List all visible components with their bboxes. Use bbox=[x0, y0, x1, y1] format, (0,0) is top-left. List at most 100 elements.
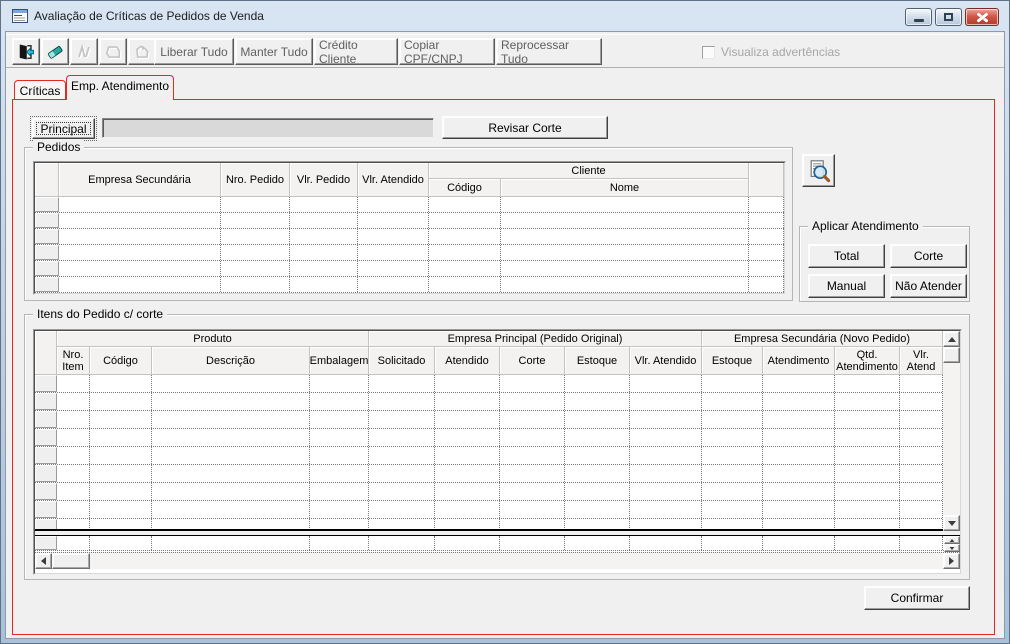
itens-horizontal-scrollbar[interactable] bbox=[35, 552, 960, 569]
col-atendimento[interactable]: Atendimento bbox=[763, 347, 835, 375]
vertical-scroll-track[interactable] bbox=[943, 363, 960, 515]
colgroup-empresa-secundaria-label: Empresa Secundária (Novo Pedido) bbox=[733, 332, 911, 345]
grid-cell bbox=[290, 261, 358, 276]
grid-cell bbox=[835, 483, 900, 500]
reprocessar-tudo-button[interactable]: Reprocessar Tudo bbox=[496, 38, 602, 66]
col-descricao[interactable]: Descrição bbox=[152, 347, 310, 375]
table-row[interactable] bbox=[35, 213, 784, 229]
col-nro-item[interactable]: Nro. Item bbox=[57, 347, 90, 375]
visualiza-advertencias-label: Visualiza advertências bbox=[721, 45, 841, 59]
copiar-cpf-cnpj-button[interactable]: Copiar CPF/CNPJ bbox=[399, 38, 495, 66]
table-row[interactable] bbox=[35, 447, 960, 465]
manter-tudo-button[interactable]: Manter Tudo bbox=[235, 38, 313, 65]
minimize-button[interactable] bbox=[905, 8, 932, 26]
grid-cell bbox=[310, 429, 369, 446]
itens-table-body[interactable] bbox=[35, 375, 960, 529]
horizontal-scroll-track[interactable] bbox=[90, 553, 943, 569]
col-vlr-pedido-label: Vlr. Pedido bbox=[296, 173, 351, 186]
table-row[interactable] bbox=[35, 277, 784, 293]
liberar-tudo-button[interactable]: Liberar Tudo bbox=[154, 38, 234, 65]
spinner-up-button[interactable] bbox=[944, 536, 960, 544]
col-item-codigo[interactable]: Código bbox=[90, 347, 152, 375]
col-cliente[interactable]: Cliente bbox=[429, 163, 749, 179]
grid-cell bbox=[90, 375, 152, 392]
col-estoque-secundaria[interactable]: Estoque bbox=[702, 347, 763, 375]
itens-vertical-scrollbar[interactable] bbox=[943, 331, 960, 531]
table-row[interactable] bbox=[35, 411, 960, 429]
table-row[interactable] bbox=[35, 261, 784, 277]
grid-cell bbox=[630, 519, 702, 529]
table-row[interactable] bbox=[35, 245, 784, 261]
col-vlr-atendido-principal[interactable]: Vlr. Atendido bbox=[630, 347, 702, 375]
grid-cell bbox=[310, 393, 369, 410]
col-vlr-atend-secundaria[interactable]: Vlr. Atend bbox=[900, 347, 943, 375]
grid-cell bbox=[221, 229, 290, 244]
col-qtd-atendimento[interactable]: Qtd. Atendimento bbox=[835, 347, 900, 375]
table-row[interactable] bbox=[35, 429, 960, 447]
col-empresa-secundaria[interactable]: Empresa Secundária bbox=[59, 163, 221, 197]
col-codigo[interactable]: Código bbox=[429, 179, 501, 197]
grid-cell bbox=[835, 536, 900, 550]
nao-atender-button[interactable]: Não Atender bbox=[890, 274, 967, 298]
grid-cell bbox=[369, 465, 435, 482]
total-button[interactable]: Total bbox=[808, 244, 885, 268]
confirmar-button[interactable]: Confirmar bbox=[864, 586, 970, 610]
maximize-button[interactable] bbox=[935, 8, 962, 26]
pedidos-grid[interactable]: Empresa Secundária Nro. Pedido Vlr. Pedi… bbox=[33, 161, 786, 295]
grid-cell bbox=[310, 411, 369, 428]
scroll-down-button[interactable] bbox=[943, 515, 960, 531]
pedidos-table-body[interactable] bbox=[35, 197, 784, 293]
grid-cell bbox=[500, 501, 565, 518]
vertical-scroll-thumb[interactable] bbox=[943, 347, 960, 363]
col-atendido[interactable]: Atendido bbox=[435, 347, 500, 375]
footer-spinner[interactable] bbox=[944, 536, 960, 552]
grid-cell bbox=[835, 375, 900, 392]
col-nro-pedido[interactable]: Nro. Pedido bbox=[221, 163, 290, 197]
grid-cell bbox=[221, 245, 290, 260]
table-row[interactable] bbox=[35, 483, 960, 501]
exit-button[interactable] bbox=[12, 38, 40, 65]
col-corte[interactable]: Corte bbox=[500, 347, 565, 375]
corte-button[interactable]: Corte bbox=[890, 244, 967, 268]
principal-button[interactable]: Principal bbox=[30, 116, 97, 141]
scroll-right-button[interactable] bbox=[943, 553, 960, 569]
client-area: Liberar Tudo Manter Tudo Crédito Cliente… bbox=[5, 31, 1005, 639]
table-row[interactable] bbox=[35, 197, 784, 213]
consultar-pedido-button[interactable] bbox=[802, 154, 835, 187]
nao-atender-label: Não Atender bbox=[895, 279, 962, 293]
scroll-up-button[interactable] bbox=[943, 331, 960, 347]
grid-cell bbox=[435, 375, 500, 392]
revisar-corte-button[interactable]: Revisar Corte bbox=[442, 116, 608, 139]
close-button[interactable] bbox=[965, 8, 999, 26]
grid-cell bbox=[763, 519, 835, 529]
table-row[interactable] bbox=[35, 465, 960, 483]
col-embalagem[interactable]: Embalagem bbox=[310, 347, 369, 375]
tab-criticas[interactable]: Críticas bbox=[14, 80, 66, 100]
eraser-button[interactable] bbox=[41, 38, 69, 65]
table-row[interactable] bbox=[35, 375, 960, 393]
titlebar[interactable]: Avaliação de Críticas de Pedidos de Vend… bbox=[1, 1, 1009, 31]
spinner-down-button[interactable] bbox=[944, 544, 960, 552]
table-row[interactable] bbox=[35, 501, 960, 519]
table-row[interactable] bbox=[35, 229, 784, 245]
table-row[interactable] bbox=[35, 393, 960, 411]
col-solicitado[interactable]: Solicitado bbox=[369, 347, 435, 375]
itens-grid[interactable]: Produto Empresa Principal (Pedido Origin… bbox=[33, 329, 962, 575]
tab-emp-atendimento[interactable]: Emp. Atendimento bbox=[66, 75, 174, 100]
col-estoque-principal[interactable]: Estoque bbox=[565, 347, 630, 375]
scroll-left-button[interactable] bbox=[35, 553, 52, 569]
grid-cell bbox=[90, 483, 152, 500]
col-vlr-pedido[interactable]: Vlr. Pedido bbox=[290, 163, 358, 197]
grid-cell bbox=[152, 393, 310, 410]
credito-cliente-button[interactable]: Crédito Cliente bbox=[314, 38, 398, 66]
horizontal-scroll-thumb[interactable] bbox=[52, 553, 90, 569]
col-nome[interactable]: Nome bbox=[501, 179, 749, 197]
manual-button[interactable]: Manual bbox=[808, 274, 885, 298]
grid-cell bbox=[57, 536, 90, 550]
row-indicator-cell bbox=[35, 261, 59, 276]
grid-cell bbox=[900, 447, 943, 464]
table-row[interactable] bbox=[35, 519, 960, 529]
colgroup-empresa-principal-label: Empresa Principal (Pedido Original) bbox=[447, 332, 623, 345]
col-vlr-atendido[interactable]: Vlr. Atendido bbox=[358, 163, 429, 197]
table-row[interactable] bbox=[35, 536, 960, 551]
